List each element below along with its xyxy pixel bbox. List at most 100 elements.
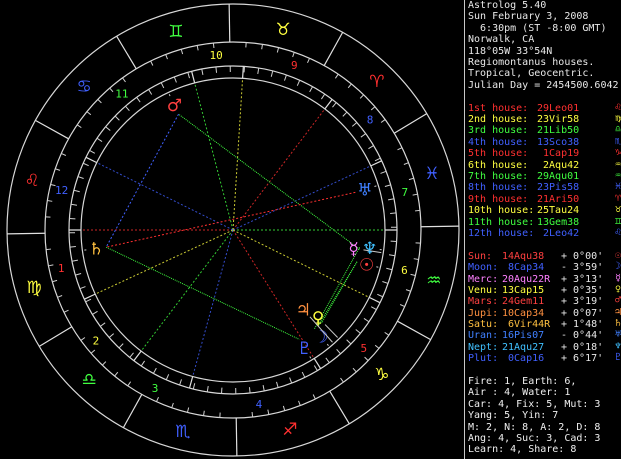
house-ring-tick: [388, 254, 396, 257]
sign-boundary: [420, 225, 459, 228]
zodiac-sign-icon: ♒: [426, 271, 441, 291]
house-ring-tick: [70, 203, 78, 206]
house-ring-tick: [386, 267, 393, 271]
sign-icon: ♍: [614, 113, 621, 125]
house-ring-tick: [153, 367, 157, 374]
planet-icon: ♅: [614, 329, 621, 341]
house-ring-tick: [96, 137, 103, 143]
house-number: 9: [291, 59, 298, 72]
house-ring-tick: [374, 157, 381, 162]
degree-tick: [186, 407, 190, 413]
house-ring-tick: [89, 150, 96, 154]
house-row: 10th house: 25Tau24 ♉: [468, 204, 621, 216]
planet-icon: ♂: [614, 295, 621, 307]
julian-day: Julian Day = 2454500.6042: [468, 79, 619, 91]
house-ring-tick: [257, 67, 260, 75]
degree-tick: [45, 248, 52, 251]
planet-icon: ♀: [614, 283, 621, 295]
house-ring-tick: [360, 133, 367, 138]
house-cusp-inner: [232, 78, 244, 231]
sign-boundary: [38, 326, 73, 347]
planet-row: Uran: 16Pis07 - 0°44' ♅: [468, 329, 621, 342]
stat-line: Ang: 4, Suc: 3, Cad: 3: [468, 433, 601, 445]
house-ring-tick: [82, 162, 89, 167]
sign-icon: ♒: [614, 169, 621, 181]
degree-tick: [165, 54, 168, 60]
house-label: 6th house:: [468, 159, 529, 171]
degree-tick: [171, 402, 174, 408]
planet-pointer: [374, 185, 377, 187]
planet-position: 6Vir44R: [502, 319, 551, 331]
degree-tick: [405, 289, 411, 292]
degree-tick: [276, 47, 280, 53]
house-ring-tick: [363, 317, 370, 323]
chart-coords: 118°05W 33°54N: [468, 45, 553, 57]
sign-boundary: [393, 113, 428, 134]
house-ring-tick: [165, 374, 170, 381]
house-number: 2: [93, 334, 100, 347]
planet-aspect: + 0°18': [561, 341, 604, 353]
degree-tick: [150, 60, 154, 66]
planet-label: Sun:: [468, 250, 493, 262]
planet-icon: ☿: [614, 272, 621, 284]
house-number: 1: [58, 262, 65, 275]
house-row: 4th house: 13Sco38 ♏: [468, 136, 621, 148]
degree-tick: [334, 73, 339, 79]
planet-glyph: ♄: [89, 240, 104, 260]
degree-tick: [261, 44, 263, 50]
house-row: 8th house: 23Pis58 ♓: [468, 181, 621, 194]
planet-row: Mars: 24Gem11 + 3°19' ♂: [468, 295, 621, 307]
house-number: 6: [401, 264, 408, 277]
house-value: 23Pis58: [537, 182, 580, 194]
house-ring-tick: [390, 212, 397, 215]
zodiac-sign-icon: ♓: [424, 164, 439, 184]
house-ring-tick: [342, 111, 348, 117]
planet-row: Nept: 21Aqu27 + 0°18' ♆: [468, 341, 621, 353]
degree-tick: [122, 77, 126, 83]
house-ring-tick: [173, 76, 177, 83]
degree-tick: [57, 295, 63, 298]
degree-tick: [340, 377, 344, 383]
planet-icon: ☉: [614, 249, 621, 261]
stat-line: Fire: 1, Earth: 6,: [468, 376, 577, 388]
planet-icon: ☽: [614, 261, 621, 273]
sign-boundary: [323, 32, 344, 66]
degree-tick: [63, 309, 69, 313]
planet-icon: ♃: [614, 306, 621, 318]
house-label: 2nd house:: [468, 114, 529, 126]
house-ring-tick: [370, 306, 377, 310]
house-system: Regiomontanus houses.: [468, 57, 595, 69]
sign-icon: ♌: [614, 101, 621, 113]
zodiac-sign-icon: ♎: [82, 370, 97, 390]
planet-label: Uran:: [468, 330, 499, 342]
sign-boundary: [235, 417, 238, 456]
house-row: 5th house: 1Cap19 ♑: [468, 147, 621, 159]
planet-row: Moon: 8Cap34 - 3°59' ☽: [468, 261, 621, 273]
house-label: 3rd house:: [468, 125, 529, 137]
house-cusp-outer: [85, 156, 98, 164]
sign-icon: ♓: [614, 181, 621, 193]
planet-position: 0Cap16: [502, 353, 551, 365]
house-number: 5: [360, 342, 367, 355]
planet-label: Merc:: [468, 273, 499, 285]
house-cusp-lines: [68, 66, 398, 389]
house-ring-tick: [73, 189, 80, 193]
degree-tick: [48, 264, 54, 267]
zodiac-sign-icon: ♐: [282, 420, 297, 440]
house-cusp-outer: [84, 293, 96, 300]
house-ring-tick: [75, 273, 82, 276]
sign-boundary: [397, 320, 431, 341]
house-cusp-outer: [133, 350, 142, 362]
degree-tick: [312, 394, 316, 400]
degree-tick: [109, 87, 114, 93]
chart-date: Sun February 3, 2008: [468, 11, 589, 23]
planet-aspect: + 3°13': [561, 273, 604, 285]
house-ring-tick: [368, 145, 374, 150]
planet-glyph: ♂: [167, 96, 182, 116]
planet-glyph: ♇: [297, 339, 312, 359]
house-ring-tick: [114, 115, 120, 121]
house-cusp-outer: [241, 66, 244, 79]
planet-aspect: + 0°00': [561, 250, 604, 262]
degree-tick: [370, 106, 376, 111]
house-row: 1st house: 29Leo01 ♌: [468, 101, 621, 114]
